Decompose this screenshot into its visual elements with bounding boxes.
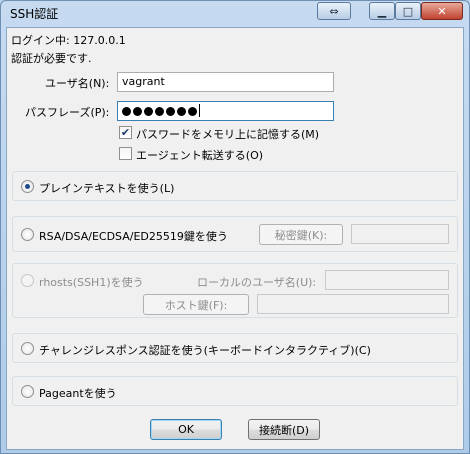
plaintext-group: プレインテキストを使う(L) <box>12 171 458 201</box>
username-label: ユーザ名(N): <box>45 77 110 90</box>
passphrase-input[interactable] <box>117 101 334 121</box>
password-mask-dot <box>166 107 175 116</box>
title-bar[interactable]: SSH認証 ⇔ ▁ □ ✕ <box>1 1 469 27</box>
password-mask-dot <box>133 107 142 116</box>
rsa-key-radio[interactable] <box>21 228 34 241</box>
restore-arrow-icon[interactable]: ⇔ <box>317 2 351 20</box>
pageant-radio[interactable] <box>21 385 34 398</box>
private-key-button[interactable]: 秘密鍵(K): <box>259 224 343 245</box>
local-username-label: ローカルのユーザ名(U): <box>197 276 317 289</box>
host-key-path-input[interactable] <box>257 294 449 314</box>
text-caret <box>199 104 200 117</box>
dialog-window: SSH認証 ⇔ ▁ □ ✕ ログイン中: 127.0.0.1 認証が必要です. … <box>0 0 470 454</box>
window-title: SSH認証 <box>10 7 59 21</box>
host-key-button[interactable]: ホスト鍵(F): <box>143 294 249 315</box>
rhosts-radio[interactable] <box>21 274 34 287</box>
rhosts-label[interactable]: rhosts(SSH1)を使う <box>39 274 144 290</box>
password-mask-dot <box>155 107 164 116</box>
passphrase-mask <box>122 105 199 118</box>
username-input[interactable]: vagrant <box>117 72 334 92</box>
pageant-group: Pageantを使う <box>12 376 458 406</box>
remember-password-label[interactable]: パスワードをメモリ上に記憶する(M) <box>136 126 319 142</box>
password-mask-dot <box>144 107 153 116</box>
checkmark-icon: ✔ <box>120 126 131 139</box>
disconnect-button[interactable]: 接続断(D) <box>248 419 320 440</box>
maximize-button[interactable]: □ <box>395 2 421 20</box>
close-button[interactable]: ✕ <box>421 2 463 20</box>
remember-password-checkbox[interactable]: ✔ <box>119 126 132 139</box>
auth-required-message: 認証が必要です. <box>11 52 92 65</box>
challenge-response-label[interactable]: チャレンジレスポンス認証を使う(キーボードインタラクティブ)(C) <box>39 342 371 358</box>
plaintext-label[interactable]: プレインテキストを使う(L) <box>39 180 174 196</box>
password-mask-dot <box>177 107 186 116</box>
plaintext-radio[interactable] <box>21 180 34 193</box>
pageant-label[interactable]: Pageantを使う <box>39 385 117 401</box>
rsa-key-label[interactable]: RSA/DSA/ECDSA/ED25519鍵を使う <box>39 228 228 244</box>
passphrase-label: パスフレーズ(P): <box>25 106 110 119</box>
private-key-path-input[interactable] <box>351 224 449 244</box>
challenge-response-group: チャレンジレスポンス認証を使う(キーボードインタラクティブ)(C) <box>12 333 458 363</box>
dialog-client-area: ログイン中: 127.0.0.1 認証が必要です. ユーザ名(N): vagra… <box>6 27 464 450</box>
login-host: 127.0.0.1 <box>73 34 126 47</box>
agent-forwarding-label[interactable]: エージェント転送する(O) <box>136 147 263 163</box>
agent-forwarding-checkbox[interactable] <box>119 147 132 160</box>
password-mask-dot <box>122 107 131 116</box>
minimize-button[interactable]: ▁ <box>369 2 395 20</box>
rhosts-group: rhosts(SSH1)を使う ローカルのユーザ名(U): ホスト鍵(F): <box>12 263 458 318</box>
login-label: ログイン中: <box>11 34 70 47</box>
ok-button[interactable]: OK <box>150 419 222 440</box>
rsa-key-group: RSA/DSA/ECDSA/ED25519鍵を使う 秘密鍵(K): <box>12 216 458 252</box>
challenge-response-radio[interactable] <box>21 342 34 355</box>
login-status: ログイン中: 127.0.0.1 <box>11 32 126 48</box>
local-username-input[interactable] <box>325 270 449 290</box>
password-mask-dot <box>188 107 197 116</box>
